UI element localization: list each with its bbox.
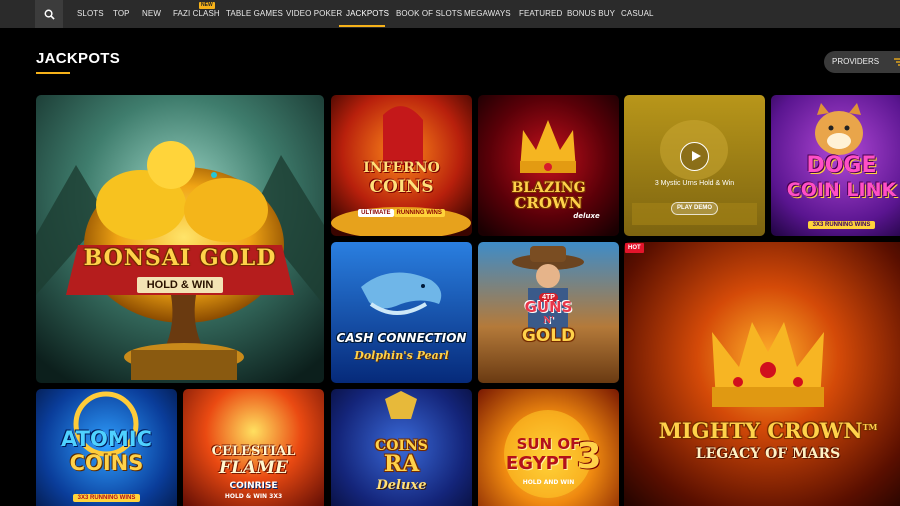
nav-featured[interactable]: FEATURED — [519, 0, 562, 28]
doge-title-2: COIN LINK — [786, 179, 897, 201]
nav-slots[interactable]: SLOTS — [77, 0, 104, 28]
doge-title-1: DOGE — [806, 153, 877, 178]
filter-icon[interactable] — [893, 57, 900, 67]
nav-book-of-slots[interactable]: BOOK OF SLOTS — [396, 0, 462, 28]
atomic-title-1: ATOMIC — [61, 427, 152, 451]
celestial-title-3: COINRISE — [229, 481, 278, 491]
nav-casual[interactable]: CASUAL — [621, 0, 654, 28]
play-icon[interactable] — [680, 142, 709, 171]
mighty-title-2: LEGACY OF MARS — [695, 446, 841, 462]
nav-video-poker[interactable]: VIDEO POKER — [286, 0, 342, 28]
doge-tag: 3X3 RUNNING WINS — [807, 221, 876, 229]
nav-jackpots[interactable]: JACKPOTS — [346, 0, 389, 28]
game-tile-celestial-flame[interactable]: CELESTIAL FLAME COINRISE HOLD & WIN 3X3 — [183, 389, 324, 506]
blazing-title-1: BLAZING — [511, 180, 586, 196]
game-tile-blazing-crown[interactable]: BLAZING CROWN deluxe — [478, 95, 619, 236]
ra-title-3: Deluxe — [376, 478, 427, 493]
page-title: JACKPOTS — [36, 50, 121, 67]
urns-game-name: 3 Mystic Urns Hold & Win — [654, 180, 735, 187]
mighty-title-1: MIGHTY CROWNTM — [658, 418, 878, 443]
inferno-title-1: INFERNO — [363, 160, 440, 176]
nav-top[interactable]: TOP — [113, 0, 130, 28]
providers-label: PROVIDERS — [832, 57, 880, 66]
hot-badge: HOT — [625, 243, 644, 253]
game-tile-atomic-coins[interactable]: ATOMIC COINS 3X3 RUNNING WINS — [36, 389, 177, 506]
ra-title-2: RA — [383, 451, 420, 477]
game-tile-sun-of-egypt-3[interactable]: SUN OF EGYPT 3 HOLD AND WIN — [478, 389, 619, 506]
inferno-tag-running: RUNNING WINS — [393, 209, 445, 217]
inferno-title-2: COINS — [369, 177, 434, 197]
atomic-title-2: COINS — [69, 451, 144, 475]
celestial-title-1: CELESTIAL — [211, 444, 296, 459]
new-badge: NEW — [199, 2, 215, 9]
top-nav: SLOTS TOP NEW FAZI CLASH NEW TABLE GAMES… — [0, 0, 900, 28]
bonsai-subtitle: HOLD & WIN — [136, 277, 224, 293]
search-button[interactable] — [35, 0, 63, 28]
game-tile-mighty-crown[interactable]: MIGHTY CROWNTM LEGACY OF MARS — [624, 242, 900, 506]
nav-megaways[interactable]: MEGAWAYS — [464, 0, 511, 28]
blazing-tag: deluxe — [573, 212, 600, 220]
game-tile-cash-connection[interactable]: CASH CONNECTION Dolphin's Pearl — [331, 242, 472, 383]
inferno-tag-ultimate: ULTIMATE — [358, 209, 394, 217]
active-tab-indicator — [339, 25, 385, 27]
game-tile-inferno-coins[interactable]: INFERNO COINS ULTIMATE RUNNING WINS — [331, 95, 472, 236]
game-tile-bonsai-gold[interactable]: BONSAI GOLD HOLD & WIN — [36, 95, 324, 383]
search-icon — [44, 9, 55, 20]
mighty-trademark: TM — [862, 422, 878, 432]
providers-dropdown[interactable]: PROVIDERS — [824, 51, 900, 73]
nav-table-games[interactable]: TABLE GAMES — [226, 0, 283, 28]
game-tile-doge-coin-link[interactable]: DOGE COIN LINK 3X3 RUNNING WINS — [771, 95, 900, 236]
celestial-title-4: HOLD & WIN 3X3 — [224, 493, 283, 500]
guns-title-3: GOLD — [521, 326, 576, 346]
mighty-artwork — [624, 242, 900, 506]
play-demo-button[interactable]: PLAY DEMO — [671, 202, 718, 215]
egypt-subtitle: HOLD AND WIN — [522, 479, 575, 486]
celestial-title-2: FLAME — [219, 458, 288, 478]
bonsai-artwork — [36, 95, 324, 383]
dolphin-title-1: CASH CONNECTION — [336, 331, 467, 345]
game-tile-guns-n-gold[interactable]: 4TP GUNS N' GOLD — [478, 242, 619, 383]
nav-new[interactable]: NEW — [142, 0, 161, 28]
game-tile-coins-of-ra[interactable]: COINS RA Deluxe — [331, 389, 472, 506]
title-underline — [36, 72, 70, 74]
guns-title-2: N' — [543, 316, 554, 326]
egypt-number: 3 — [576, 436, 602, 477]
dolphin-title-2: Dolphin's Pearl — [354, 349, 449, 362]
nav-bonus-buy[interactable]: BONUS BUY — [567, 0, 615, 28]
atomic-tag: 3X3 RUNNING WINS — [72, 494, 141, 502]
blazing-title-2: CROWN — [514, 194, 583, 212]
guns-title-1: GUNS — [524, 298, 573, 316]
bonsai-title: BONSAI GOLD — [83, 245, 277, 271]
